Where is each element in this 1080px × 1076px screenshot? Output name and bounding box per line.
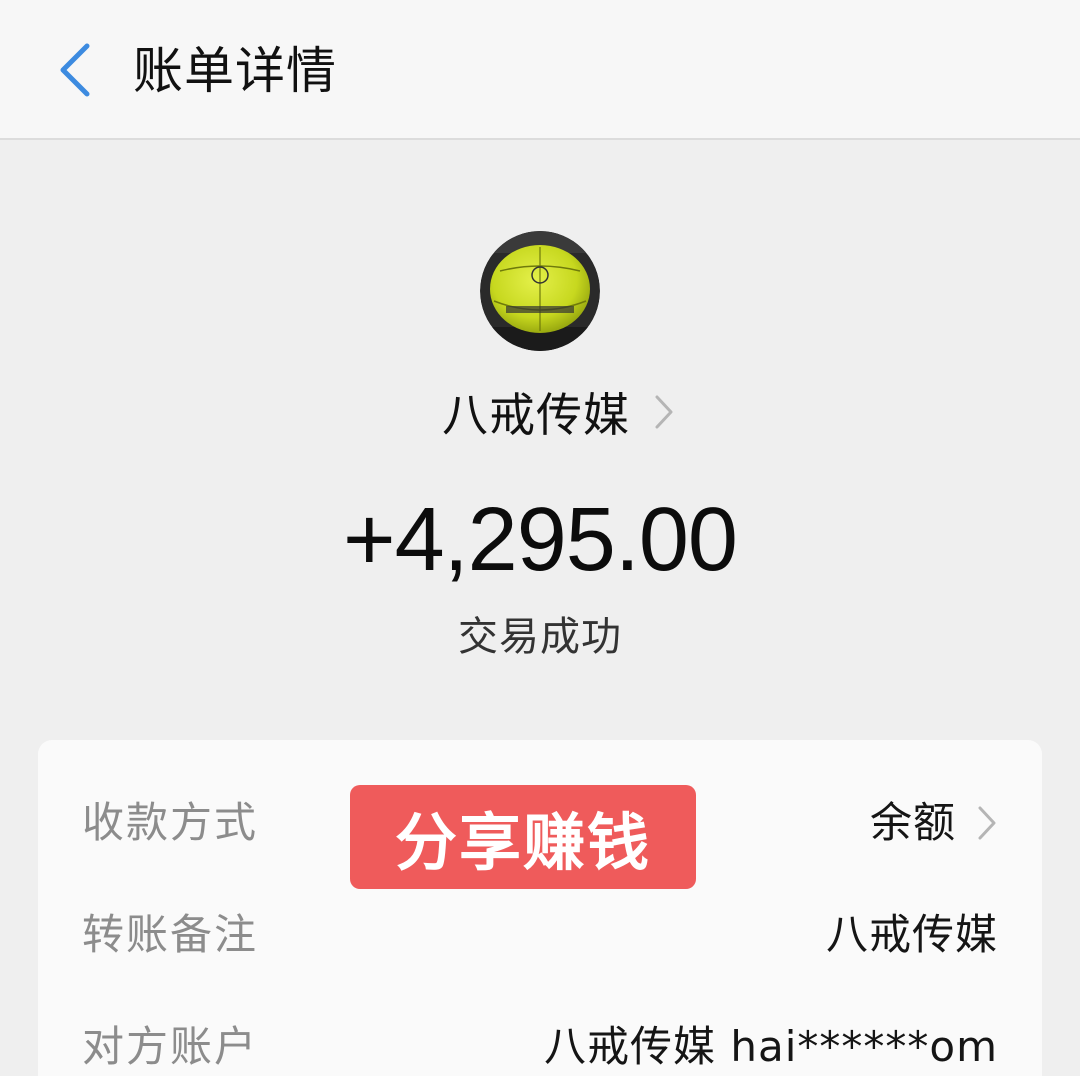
- payee-link[interactable]: 八戒传媒: [0, 372, 1080, 452]
- basketball-avatar: [480, 231, 600, 351]
- bill-detail-screen: 账单详情 八戒传媒 +4,295.00 交易成功 收款方式 余额 转账备注 八戒…: [0, 0, 1080, 1076]
- chevron-left-icon: [60, 43, 90, 97]
- detail-row-counterparty-account: 对方账户 八戒传媒 hai******om: [38, 992, 1042, 1076]
- share-earn-badge[interactable]: 分享赚钱: [350, 785, 696, 889]
- detail-label: 转账备注: [82, 910, 259, 959]
- detail-value: 八戒传媒 hai******om: [544, 1022, 998, 1071]
- chevron-right-icon: [652, 392, 676, 432]
- detail-value: 八戒传媒: [825, 910, 998, 959]
- detail-label: 对方账户: [82, 1022, 259, 1071]
- page-title: 账单详情: [133, 42, 337, 100]
- chevron-right-icon[interactable]: [972, 768, 1002, 878]
- transaction-amount: +4,295.00: [343, 490, 738, 590]
- transaction-status: 交易成功: [458, 614, 622, 660]
- share-earn-label: 分享赚钱: [394, 806, 651, 879]
- detail-row-remark: 转账备注 八戒传媒: [38, 880, 1042, 990]
- payee-name: 八戒传媒: [442, 388, 630, 442]
- detail-value: 余额: [869, 798, 956, 847]
- detail-label: 收款方式: [82, 798, 259, 847]
- back-button[interactable]: [40, 30, 110, 110]
- payee-avatar[interactable]: [480, 231, 600, 351]
- header-bar: 账单详情: [0, 0, 1080, 140]
